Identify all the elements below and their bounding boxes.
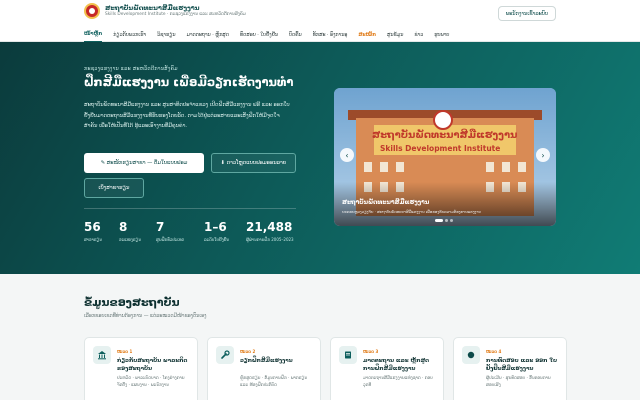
card-number: ໝວດ 1 xyxy=(117,349,133,354)
card-number: ໝວດ 2 xyxy=(240,349,256,354)
card-description: ປະຫວັດ · ພາລະບົດບາດ · ໂຄງຮ່າງການຈັດຕັ້ງ … xyxy=(117,375,185,387)
slide-caption-subtitle: ນະຄອນຫຼວງວຽງຈັນ · ສະຖາບັນພັດທະນາສີມືແຮງງ… xyxy=(342,209,481,214)
stat-label: ສູນຝຶກທົ່ວປະເທດ xyxy=(156,237,185,242)
card-title: ມາດຕະຖານ ແລະ ຫຼັກສູດ ການຝຶກສີມືແຮງງານ xyxy=(363,358,429,372)
nav-item-about[interactable]: ກ່ຽວກັບພວກເຮົາ xyxy=(113,28,146,42)
slider-next-icon[interactable]: › xyxy=(536,148,550,162)
card-description: ຜູ້ປະເມີນ · ສູນທົດສອບ · ຂັ້ນຕອນການສອບເສັ… xyxy=(486,375,551,387)
sign-title: ສະຖາບັນພັດທະນາສີມືແຮງງານ xyxy=(372,130,518,141)
card-title: ກ່ຽວກັບສະຖາບັນ ພາລະກິດຂອງສະຖາບັນ xyxy=(117,358,188,372)
slider-dot[interactable] xyxy=(445,219,448,222)
window xyxy=(502,162,510,172)
hero-description: ສະຖາບັນພັດທະນາສີມືແຮງງານ ແລະ ສູນສາທິດປະຈ… xyxy=(84,102,290,129)
nav-item-info-center[interactable]: ສູນຂໍ້ມູນ xyxy=(387,28,403,42)
badge-icon xyxy=(462,346,480,364)
sign-subtitle: Skills Development Institute xyxy=(380,144,501,153)
stat-label: ຜູ້ຜ່ານການຝຶກ 2005–2023 xyxy=(246,237,294,242)
window xyxy=(364,162,372,172)
institute-logo-icon xyxy=(84,3,100,19)
stat-graduates: 21,488 ຜູ້ຜ່ານການຝຶກ 2005–2023 xyxy=(246,220,294,242)
hero-title: ຝຶກສີມືແຮງງານ ເພື່ອມີວຽກເຮັດງານທຳ xyxy=(84,75,294,89)
slider-dots xyxy=(435,219,455,222)
category-card-training[interactable]: ໝວດ 2 ວຽກຝຶກສີມືແຮງງານ ຫຼັກສູດຮຽນ · ຂໍ້ມ… xyxy=(207,337,321,400)
stat-value: 56 xyxy=(84,220,101,234)
hero-eyebrow: ກະຊວງແຮງງານ ແລະ ສະຫວັດດີການສັງຄົມ xyxy=(84,67,178,72)
slider-dot[interactable] xyxy=(435,219,443,222)
card-title: ວຽກຝຶກສີມືແຮງງານ xyxy=(240,358,293,364)
wrench-icon xyxy=(216,346,234,364)
view-courses-button[interactable]: ເບິ່ງສາຂາຮຽນ xyxy=(84,178,144,198)
card-number: ໝວດ 4 xyxy=(486,349,502,354)
nav-item-testing[interactable]: ທົດສອບ · ໃບຢັ້ງຢືນ xyxy=(240,28,278,42)
brand-title: ສະຖາບັນພັດທະນາສີມືແຮງງານ xyxy=(105,3,200,12)
slider-prev-icon[interactable]: ‹ xyxy=(340,148,354,162)
stat-label: ສາຂາຮຽນ xyxy=(84,237,102,242)
nav-item-apply[interactable]: ສະໝັກ xyxy=(358,28,376,42)
card-title: ການທົດສອບ ແລະ ອອກ ໃບຢັ້ງຢືນສີມືແຮງງານ xyxy=(486,358,558,372)
hero-image-slider[interactable]: ສະຖາບັນພັດທະນາສີມືແຮງງານ Skills Developm… xyxy=(334,88,556,226)
site-header: ສະຖາບັນພັດທະນາສີມືແຮງງານ Skills Developm… xyxy=(0,0,640,28)
category-card-testing[interactable]: ໝວດ 4 ການທົດສອບ ແລະ ອອກ ໃບຢັ້ງຢືນສີມືແຮງ… xyxy=(453,337,567,400)
stat-courses: 56 ສາຂາຮຽນ xyxy=(84,220,102,242)
nav-item-home[interactable]: ໜ້າຫຼັກ xyxy=(84,28,103,42)
window xyxy=(486,162,494,172)
staff-login-button[interactable]: ພະນັກງານເຂົ້າລະບົບ xyxy=(497,6,556,21)
window xyxy=(380,162,388,172)
stat-value: 1–6 xyxy=(204,220,227,234)
stat-value: 8 xyxy=(119,220,128,234)
stat-value: 21,488 xyxy=(246,220,293,234)
window xyxy=(518,162,526,172)
nav-item-standards[interactable]: ມາດຕະຖານ · ຫຼັກສູດ xyxy=(187,28,229,42)
section-subtitle: ເລືອກຂອບເຂດທີ່ທ່ານຕ້ອງການ — ແຕ່ລະໝວດມີໜ້… xyxy=(84,314,207,319)
institution-icon xyxy=(93,346,111,364)
slider-dot[interactable] xyxy=(450,219,453,222)
card-description: ມາດຕະຖານສີມືແຮງງານແຫ່ງຊາດ · ກອບວຸດທິ xyxy=(363,375,433,387)
nav-item-partners[interactable]: ທັກສະ · ອົງການອຸ xyxy=(313,28,348,42)
category-card-standards[interactable]: ໝວດ 3 ມາດຕະຖານ ແລະ ຫຼັກສູດ ການຝຶກສີມືແຮງ… xyxy=(330,337,444,400)
nav-item-research[interactable]: ບົດຄົ້ນ xyxy=(289,28,302,42)
nav-item-courses[interactable]: ວິຊາຮຽນ xyxy=(157,28,176,42)
sign-logo-icon xyxy=(433,110,453,130)
nav-item-news[interactable]: ຂ່າວ xyxy=(414,28,423,42)
stat-sectors: 8 ຂະແໜງຮຽນ xyxy=(119,220,141,242)
card-number: ໝວດ 3 xyxy=(363,349,379,354)
apply-button[interactable]: ✎ ສະໝັກຮຽນສາຂາ — ຕື່ມໃບແບບຟອມ xyxy=(84,153,204,173)
slide-caption-title: ສະຖາບັນພັດທະນາສີມືແຮງງານ xyxy=(342,199,430,206)
book-icon xyxy=(339,346,357,364)
brand-subtitle: Skills Development Institute · ກະຊວງແຮງງ… xyxy=(105,12,246,18)
stat-label: ຂະແໜງຮຽນ xyxy=(119,237,141,242)
nav-item-gallery[interactable]: ຮູບພາບ xyxy=(434,28,449,42)
hero-section: ກະຊວງແຮງງານ ແລະ ສະຫວັດດີການສັງຄົມ ຝຶກສີມ… xyxy=(0,42,640,274)
stat-label: ລະດັບໃບຢັ້ງຢືນ xyxy=(204,237,230,242)
window xyxy=(396,162,404,172)
category-card-about[interactable]: ໝວດ 1 ກ່ຽວກັບສະຖາບັນ ພາລະກິດຂອງສະຖາບັນ ປ… xyxy=(84,337,198,400)
main-nav: ໜ້າຫຼັກ ກ່ຽວກັບພວກເຮົາ ວິຊາຮຽນ ມາດຕະຖານ … xyxy=(0,28,640,42)
brand[interactable]: ສະຖາບັນພັດທະນາສີມືແຮງງານ Skills Developm… xyxy=(84,3,246,19)
card-description: ຫຼັກສູດຮຽນ · ຂໍ້ມູນການຝຶກ · ພາກຮຽນ ແລະ ຫ… xyxy=(240,375,308,387)
stat-centers: 7 ສູນຝຶກທົ່ວປະເທດ xyxy=(156,220,184,242)
hero-divider xyxy=(84,208,296,209)
section-title: ຂໍ້ມູນຂອງສະຖາບັນ xyxy=(84,296,180,309)
download-form-button[interactable]: ⬇ ດາວໂຫຼດແບບຟອມອອນລາຍ xyxy=(211,153,296,173)
stat-value: 7 xyxy=(156,220,165,234)
stat-levels: 1–6 ລະດັບໃບຢັ້ງຢືນ xyxy=(204,220,229,242)
